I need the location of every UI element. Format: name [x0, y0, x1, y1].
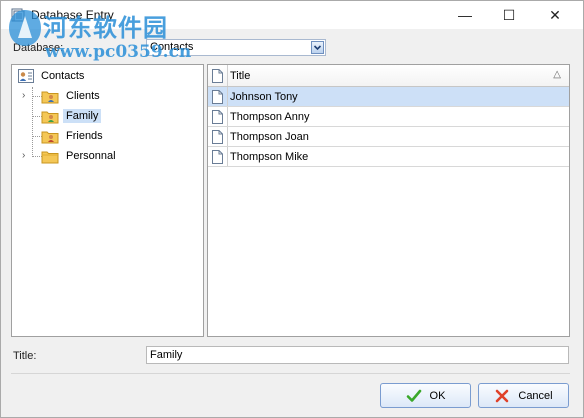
tree-node-label: Clients	[66, 90, 100, 102]
document-icon	[212, 109, 223, 124]
title-input[interactable]: Family	[146, 346, 569, 364]
ok-button-label: OK	[429, 389, 446, 402]
cancel-button[interactable]: Cancel	[478, 383, 569, 408]
row-icon-cell	[208, 127, 228, 146]
ok-button[interactable]: OK	[380, 383, 471, 408]
database-entry-app-icon	[11, 8, 25, 22]
window-title: Database Entry	[31, 8, 114, 22]
database-select-value: Contacts	[150, 41, 194, 53]
row-icon-cell	[208, 87, 228, 106]
minimize-icon: —	[458, 7, 472, 23]
cancel-x-icon	[496, 389, 509, 402]
title-bar[interactable]: Database Entry — ☐ ✕	[1, 1, 583, 29]
close-button[interactable]: ✕	[533, 1, 577, 29]
row-title: Thompson Joan	[230, 131, 309, 143]
tree-node-contacts[interactable]: Contacts	[18, 67, 87, 85]
entry-list[interactable]: Title △ Johnson Tony Thompson Anny Thomp…	[207, 64, 570, 337]
header-icon-cell	[208, 65, 228, 86]
maximize-button[interactable]: ☐	[487, 1, 531, 29]
document-icon	[212, 68, 223, 83]
sort-ascending-icon[interactable]: △	[553, 69, 561, 80]
row-title: Thompson Mike	[230, 151, 309, 163]
tree-node-label: Personnal	[66, 150, 116, 162]
divider	[11, 373, 570, 374]
folder-group-icon	[41, 131, 59, 143]
expand-chevron-icon[interactable]: ›	[22, 150, 25, 161]
row-icon-cell	[208, 107, 228, 126]
row-icon-cell	[208, 147, 228, 166]
column-header-title[interactable]: Title	[230, 70, 250, 82]
tree-node-label: Family	[63, 109, 102, 123]
list-header[interactable]: Title △	[208, 65, 569, 87]
tree-node-family[interactable]: Family	[41, 107, 102, 125]
tree-connector	[32, 87, 33, 157]
tree-node-label: Friends	[66, 130, 103, 142]
tree-node-clients[interactable]: Clients	[41, 87, 103, 105]
title-label: Title:	[13, 350, 37, 362]
database-select[interactable]: Contacts	[146, 39, 326, 56]
folder-icon	[41, 151, 59, 163]
database-dropdown-button[interactable]	[311, 41, 324, 54]
tree-node-friends[interactable]: Friends	[41, 127, 106, 145]
expand-chevron-icon[interactable]: ›	[22, 90, 25, 101]
document-icon	[212, 149, 223, 164]
document-icon	[212, 89, 223, 104]
list-row[interactable]: Thompson Joan	[208, 127, 569, 147]
tree-node-personnal[interactable]: Personnal	[41, 147, 119, 165]
row-title: Thompson Anny	[230, 111, 310, 123]
document-icon	[212, 129, 223, 144]
close-icon: ✕	[549, 6, 561, 23]
database-label: Database:	[13, 42, 64, 54]
category-tree[interactable]: Contacts › Clients Family Friends › Pers…	[11, 64, 204, 337]
cancel-button-label: Cancel	[518, 389, 553, 402]
folder-group-icon	[41, 91, 59, 103]
maximize-icon: ☐	[502, 6, 516, 23]
folder-group-icon	[41, 111, 59, 123]
chevron-down-icon	[313, 45, 322, 51]
list-row[interactable]: Thompson Anny	[208, 107, 569, 127]
row-title: Johnson Tony	[230, 91, 298, 103]
database-entry-window: Database Entry — ☐ ✕ Database: Contacts	[0, 0, 584, 418]
minimize-button[interactable]: —	[443, 1, 487, 29]
contacts-icon	[18, 69, 34, 83]
list-row[interactable]: Johnson Tony	[208, 87, 569, 107]
checkmark-icon	[406, 389, 421, 402]
list-row[interactable]: Thompson Mike	[208, 147, 569, 167]
tree-node-label: Contacts	[41, 70, 85, 82]
